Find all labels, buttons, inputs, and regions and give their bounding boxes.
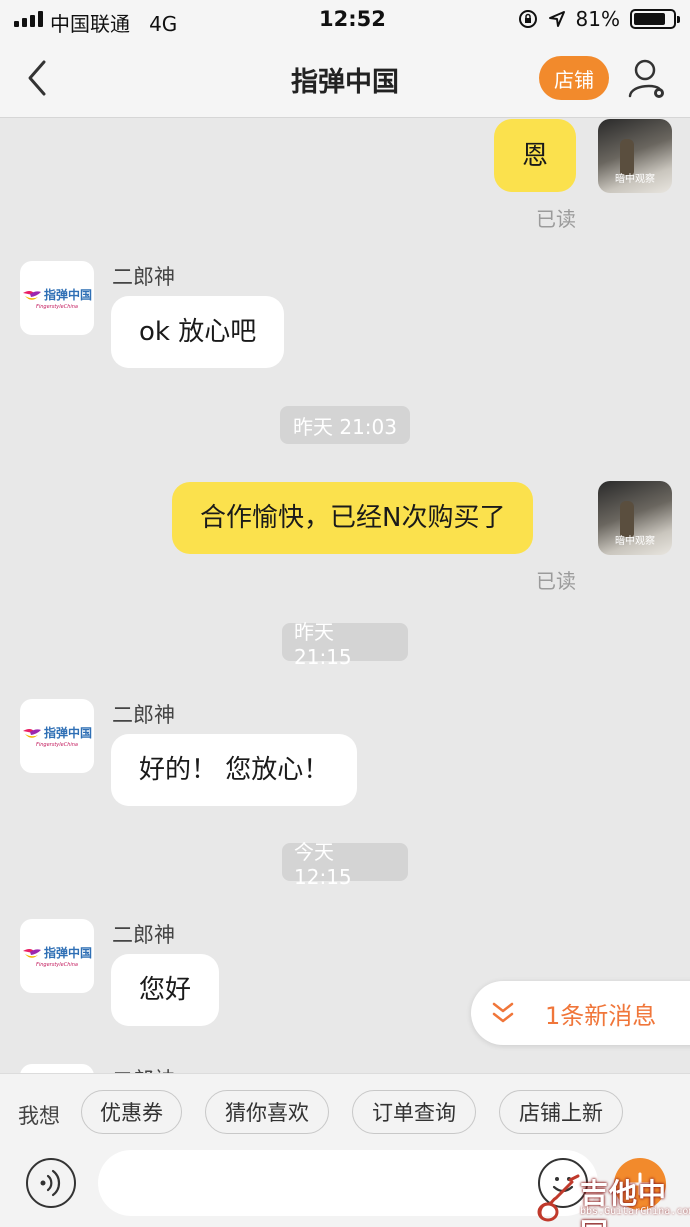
shop-logo-text: 指弹中国 xyxy=(43,288,92,302)
shop-logo-text: 指弹中国 xyxy=(43,726,92,740)
message-text: 您好 xyxy=(139,975,192,1005)
double-chevron-down-icon xyxy=(492,1002,514,1023)
shop-logo-subtitle: FingerstyleChina xyxy=(35,304,78,310)
avatar-caption: 暗中观察 xyxy=(615,174,655,185)
quick-reply-label: 我想 xyxy=(18,1104,60,1128)
carrier-label: 中国联通 4G xyxy=(50,12,178,36)
message-input[interactable] xyxy=(98,1150,598,1216)
watermark-title: 吉他中国 xyxy=(580,1177,668,1227)
watermark-url: bbs.GuitarChina.com xyxy=(580,1206,690,1217)
chat-area[interactable]: 恩 暗中观察 已读 指弹中国 FingerstyleChina 二郎神 ok 放心… xyxy=(0,119,690,1073)
bird-logo-icon xyxy=(22,948,41,958)
new-message-banner[interactable]: 1条新消息 xyxy=(471,981,690,1045)
my-avatar[interactable]: 暗中观察 xyxy=(598,481,672,555)
network-type: 4G xyxy=(149,12,178,36)
battery-icon xyxy=(630,9,680,29)
shop-avatar[interactable]: 指弹中国 FingerstyleChina xyxy=(20,699,94,773)
message-bubble-theirs[interactable]: 您好 xyxy=(111,954,220,1026)
message-text: ok 放心吧 xyxy=(139,317,257,347)
shop-logo-subtitle: FingerstyleChina xyxy=(35,742,78,748)
message-text: 合作愉快，已经N次购买了 xyxy=(200,503,506,533)
status-time: 12:52 xyxy=(319,7,386,31)
shop-logo: 指弹中国 xyxy=(22,724,92,741)
timestamp-divider: 昨天 21:03 xyxy=(280,406,410,444)
status-right-group: 81% xyxy=(518,7,680,31)
status-bar: 中国联通 4G 12:52 81% xyxy=(0,0,690,40)
shop-avatar[interactable]: 指弹中国 FingerstyleChina xyxy=(20,919,94,993)
message-bubble-mine[interactable]: 恩 xyxy=(494,119,577,192)
quick-chip-recommend[interactable]: 猜你喜欢 xyxy=(205,1090,329,1134)
battery-percent: 81% xyxy=(575,7,620,31)
voice-wave-icon xyxy=(40,1169,61,1197)
read-status: 已读 xyxy=(536,207,576,231)
shop-logo: 指弹中国 xyxy=(22,286,92,303)
quick-chip-coupon[interactable]: 优惠券 xyxy=(81,1090,182,1134)
timestamp-divider: 昨天 21:15 xyxy=(282,620,408,669)
quick-chip-new-arrivals[interactable]: 店铺上新 xyxy=(499,1090,623,1134)
sender-name: 二郎神 xyxy=(112,703,175,727)
voice-input-button[interactable] xyxy=(26,1158,76,1208)
message-bubble-mine[interactable]: 合作愉快，已经N次购买了 xyxy=(172,482,534,554)
signal-strength-icon xyxy=(14,11,43,27)
read-status: 已读 xyxy=(536,569,576,593)
sender-name: 二郎神 xyxy=(112,265,175,289)
site-watermark: 吉他中国 bbs.GuitarChina.com xyxy=(536,1166,690,1227)
guitar-watermark-icon xyxy=(537,1174,580,1222)
rotation-lock-icon xyxy=(518,10,537,28)
new-message-label: 1条新消息 xyxy=(545,1001,657,1030)
bird-logo-icon xyxy=(22,290,41,300)
avatar-caption: 暗中观察 xyxy=(615,536,655,547)
message-text: 恩 xyxy=(522,140,549,171)
shop-logo: 指弹中国 xyxy=(22,944,92,961)
message-bubble-theirs[interactable]: 好的！ 您放心！ xyxy=(111,734,358,806)
shop-avatar[interactable]: 指弹中国FingerstyleChina xyxy=(20,1064,94,1073)
navigation-bar: 指弹中国 店铺 xyxy=(0,40,690,118)
bird-logo-icon xyxy=(22,728,41,738)
my-avatar[interactable]: 暗中观察 xyxy=(598,119,672,193)
timestamp-divider: 今天 12:15 xyxy=(282,840,408,889)
sender-name: 二郎神 xyxy=(112,1064,175,1073)
shop-logo-subtitle: FingerstyleChina xyxy=(35,962,78,968)
message-bubble-theirs[interactable]: ok 放心吧 xyxy=(111,296,285,368)
message-text: 好的！ 您放心！ xyxy=(139,755,330,785)
shop-avatar[interactable]: 指弹中国 FingerstyleChina xyxy=(20,261,94,335)
user-settings-button[interactable] xyxy=(626,56,668,100)
quick-chip-order-query[interactable]: 订单查询 xyxy=(352,1090,476,1134)
sender-name: 二郎神 xyxy=(112,923,175,947)
location-arrow-icon xyxy=(548,11,565,27)
shop-logo-text: 指弹中国 xyxy=(43,946,92,960)
user-settings-icon xyxy=(628,59,664,98)
store-button[interactable]: 店铺 xyxy=(539,56,609,100)
